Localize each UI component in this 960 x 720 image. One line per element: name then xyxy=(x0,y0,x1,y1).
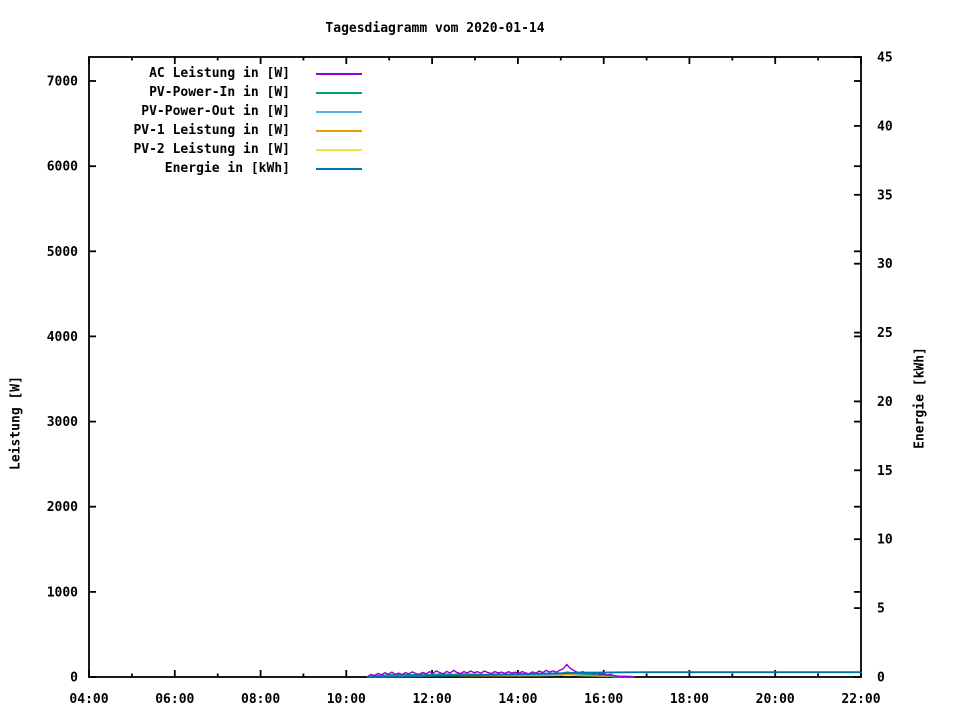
legend-label: PV-Power-In in [W] xyxy=(149,85,290,100)
y2-tick-label: 30 xyxy=(877,257,893,272)
y1-tick-label: 4000 xyxy=(47,330,78,345)
y2-tick-label: 25 xyxy=(877,326,893,341)
x-tick-label: 08:00 xyxy=(241,692,280,707)
x-tick-label: 10:00 xyxy=(327,692,366,707)
legend-label: PV-2 Leistung in [W] xyxy=(133,142,290,157)
legend-line-sample xyxy=(316,167,362,170)
legend-line-sample xyxy=(316,91,362,94)
y2-tick-label: 10 xyxy=(877,533,893,548)
y1-tick-label: 5000 xyxy=(47,245,78,260)
x-tick-label: 16:00 xyxy=(584,692,623,707)
y1-tick-label: 3000 xyxy=(47,415,78,430)
legend-label: Energie in [kWh] xyxy=(164,161,290,176)
x-tick-label: 06:00 xyxy=(155,692,194,707)
legend-item-energie: Energie in [kWh] xyxy=(100,159,362,178)
y2-tick-label: 15 xyxy=(877,464,893,479)
legend-label: PV-Power-Out in [W] xyxy=(141,104,290,119)
legend-item-pv1-leistung: PV-1 Leistung in [W] xyxy=(100,121,362,140)
y2-tick-label: 0 xyxy=(877,671,885,686)
legend-item-pv-power-in: PV-Power-In in [W] xyxy=(100,83,362,102)
legend-line-sample xyxy=(316,129,362,132)
legend-item-pv-power-out: PV-Power-Out in [W] xyxy=(100,102,362,121)
y2-tick-label: 40 xyxy=(877,119,893,134)
x-tick-label: 14:00 xyxy=(498,692,537,707)
y2-tick-label: 20 xyxy=(877,395,893,410)
legend-item-ac-leistung: AC Leistung in [W] xyxy=(100,64,362,83)
legend-label: AC Leistung in [W] xyxy=(149,66,290,81)
x-tick-label: 20:00 xyxy=(756,692,795,707)
legend-item-pv2-leistung: PV-2 Leistung in [W] xyxy=(100,140,362,159)
x-tick-label: 04:00 xyxy=(69,692,108,707)
x-tick-label: 12:00 xyxy=(413,692,452,707)
legend-line-sample xyxy=(316,110,362,113)
legend-label: PV-1 Leistung in [W] xyxy=(133,123,290,138)
y1-tick-label: 7000 xyxy=(47,75,78,90)
legend: AC Leistung in [W] PV-Power-In in [W] PV… xyxy=(100,64,362,178)
y1-tick-label: 2000 xyxy=(47,500,78,515)
y1-tick-label: 1000 xyxy=(47,585,78,600)
legend-line-sample xyxy=(316,72,362,75)
legend-line-sample xyxy=(316,148,362,151)
x-tick-label: 22:00 xyxy=(841,692,880,707)
y2-tick-label: 45 xyxy=(877,51,893,66)
chart-canvas: Tagesdiagramm vom 2020-01-14 Leistung [W… xyxy=(0,0,960,720)
y1-tick-label: 6000 xyxy=(47,160,78,175)
x-tick-label: 18:00 xyxy=(670,692,709,707)
y1-tick-label: 0 xyxy=(70,671,78,686)
y2-tick-label: 5 xyxy=(877,602,885,617)
y2-tick-label: 35 xyxy=(877,188,893,203)
